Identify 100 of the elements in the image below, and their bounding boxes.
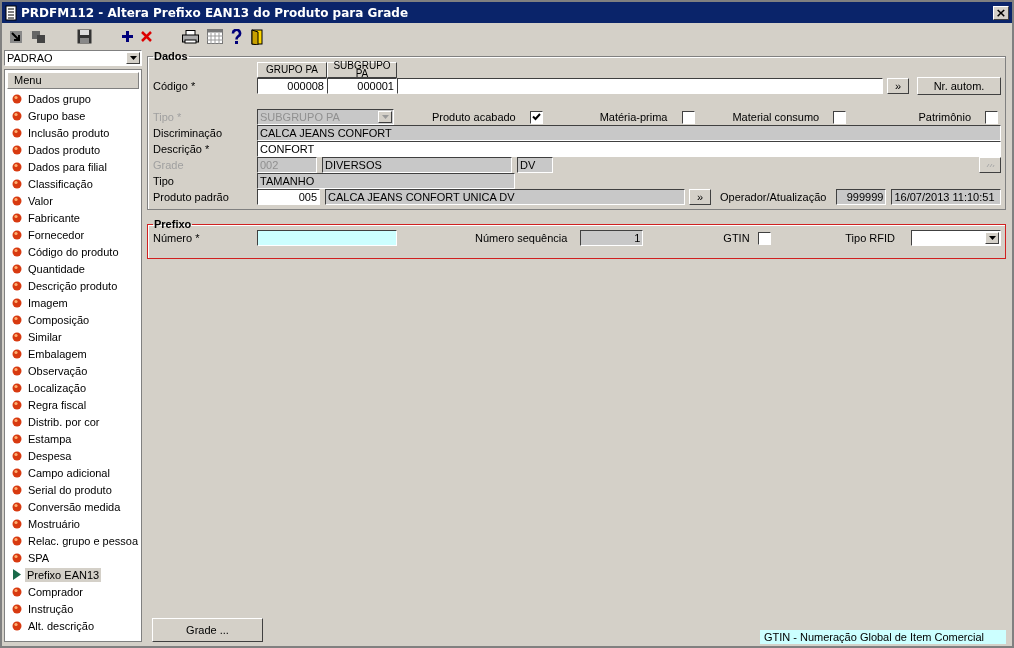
menu-item[interactable]: Classificação: [26, 176, 95, 191]
menu-item[interactable]: Localização: [26, 380, 89, 395]
menu-item[interactable]: Conversão medida: [26, 499, 123, 514]
lookup-button[interactable]: [979, 157, 1001, 173]
bullet-icon: [12, 314, 22, 325]
menu-item[interactable]: Dados para filial: [26, 159, 109, 174]
menu-item[interactable]: SPA: [26, 550, 52, 565]
menu-item[interactable]: Fabricante: [26, 210, 82, 225]
input-field[interactable]: 000001: [327, 78, 397, 94]
bullet-icon: [12, 518, 22, 529]
menu-item[interactable]: Serial do produto: [26, 482, 114, 497]
lookup-button[interactable]: »: [689, 189, 711, 205]
menu-item[interactable]: Despesa: [26, 448, 74, 463]
save-icon[interactable]: [77, 29, 92, 44]
menu-item[interactable]: Distrib. por cor: [26, 414, 102, 429]
check-icon: [531, 113, 541, 121]
menu-item[interactable]: Dados grupo: [26, 91, 93, 106]
input-field[interactable]: CALCA JEANS CONFORT: [257, 125, 1001, 141]
arrow-icon[interactable]: [9, 29, 23, 44]
caret-icon: [381, 115, 389, 119]
field-label: Código *: [153, 80, 197, 92]
menu-item[interactable]: Valor: [26, 193, 55, 208]
bullet-icon: [12, 127, 22, 138]
input-field[interactable]: CONFORT: [257, 141, 1001, 157]
menu-item[interactable]: Código do produto: [26, 244, 121, 259]
menu-item[interactable]: Descrição produto: [26, 278, 120, 293]
windows-icon[interactable]: [31, 29, 47, 44]
menu-item[interactable]: Similar: [26, 329, 64, 344]
field-label: Número sequência: [475, 232, 568, 244]
checkbox[interactable]: [833, 110, 847, 124]
lookup-button[interactable]: »: [887, 78, 909, 94]
bullet-icon: [12, 603, 22, 614]
printer-icon[interactable]: [182, 29, 199, 44]
menu-item[interactable]: Fornecedor: [26, 227, 87, 242]
checkbox[interactable]: [681, 110, 695, 124]
checkbox[interactable]: [757, 231, 771, 245]
input-field[interactable]: 000008: [257, 78, 327, 94]
dots-icon: [985, 162, 995, 168]
delete-icon[interactable]: [141, 31, 152, 42]
bullet-icon: [12, 212, 22, 223]
menu-item[interactable]: Comprador: [26, 584, 86, 599]
bullet-icon: [12, 348, 22, 359]
menu-header: Menu: [7, 72, 139, 89]
checkbox-label: Patrimônio: [918, 111, 971, 123]
auto-number-button[interactable]: Nr. autom.: [917, 77, 1001, 95]
input-field[interactable]: [397, 78, 883, 94]
menu-item[interactable]: Relac. grupo e pessoa: [26, 533, 141, 548]
menu-item[interactable]: Embalagem: [26, 346, 89, 361]
bullet-icon: [12, 229, 22, 240]
menu-item[interactable]: Alt. descrição: [26, 618, 97, 633]
bullet-icon: [12, 450, 22, 461]
bullet-icon: [12, 144, 22, 155]
rfid-dropdown[interactable]: [911, 230, 1001, 246]
menu-item[interactable]: Regra fiscal: [26, 397, 89, 412]
menu-item[interactable]: Imagem: [26, 295, 70, 310]
window-title: PRDFM112 - Altera Prefixo EAN13 do Produto para Grade: [21, 5, 410, 20]
menu-item[interactable]: Estampa: [26, 431, 74, 446]
input-field[interactable]: 005: [257, 189, 320, 205]
field-label: Operador/Atualização: [720, 191, 827, 203]
bullet-icon: [12, 331, 22, 342]
checkbox-label: Produto acabado: [431, 111, 516, 123]
group-title: Dados: [153, 50, 189, 62]
input-field[interactable]: TAMANHO: [257, 173, 515, 189]
menu-item[interactable]: Prefixo EAN13: [25, 567, 102, 582]
input-field[interactable]: CALCA JEANS CONFORT UNICA DV: [325, 189, 685, 205]
checkbox[interactable]: [529, 110, 543, 124]
checkbox[interactable]: [985, 110, 998, 124]
bullet-icon: [12, 501, 22, 512]
menu-item[interactable]: Dados produto: [26, 142, 103, 157]
door-icon[interactable]: [250, 28, 264, 45]
bullet-icon: [12, 263, 22, 274]
grade-button[interactable]: Grade ...: [152, 618, 263, 642]
field-label: Tipo: [153, 175, 175, 187]
bullet-icon: [12, 552, 22, 563]
menu-item[interactable]: Observação: [26, 363, 90, 378]
grid-icon[interactable]: [207, 29, 223, 44]
bullet-icon: [12, 382, 22, 393]
bullet-icon: [12, 433, 22, 444]
bullet-icon: [12, 93, 22, 104]
help-icon[interactable]: [231, 29, 242, 44]
caret-icon: [129, 56, 137, 60]
column-header: SUBGRUPO PA: [327, 62, 397, 78]
profile-dropdown[interactable]: PADRAO: [4, 50, 142, 66]
menu-item[interactable]: Grupo base: [26, 108, 88, 123]
bullet-icon: [12, 178, 22, 189]
add-icon[interactable]: [122, 31, 133, 42]
close-button[interactable]: ×: [993, 5, 1009, 20]
menu-item[interactable]: Mostruário: [26, 516, 82, 531]
menu-item[interactable]: Composição: [26, 312, 92, 327]
input-field[interactable]: 16/07/2013 11:10:51: [891, 189, 1001, 205]
menu-item[interactable]: Inclusão produto: [26, 125, 112, 140]
field-label: Discriminação: [153, 127, 224, 139]
input-field[interactable]: 1: [580, 230, 644, 246]
input-field[interactable]: [257, 230, 397, 246]
bullet-icon: [12, 246, 22, 257]
menu-item[interactable]: Campo adicional: [26, 465, 112, 480]
menu-item[interactable]: Instrução: [26, 601, 76, 616]
menu-item[interactable]: Quantidade: [26, 261, 87, 276]
column-header: GRUPO PA: [257, 62, 327, 78]
input-field[interactable]: 999999: [836, 189, 887, 205]
